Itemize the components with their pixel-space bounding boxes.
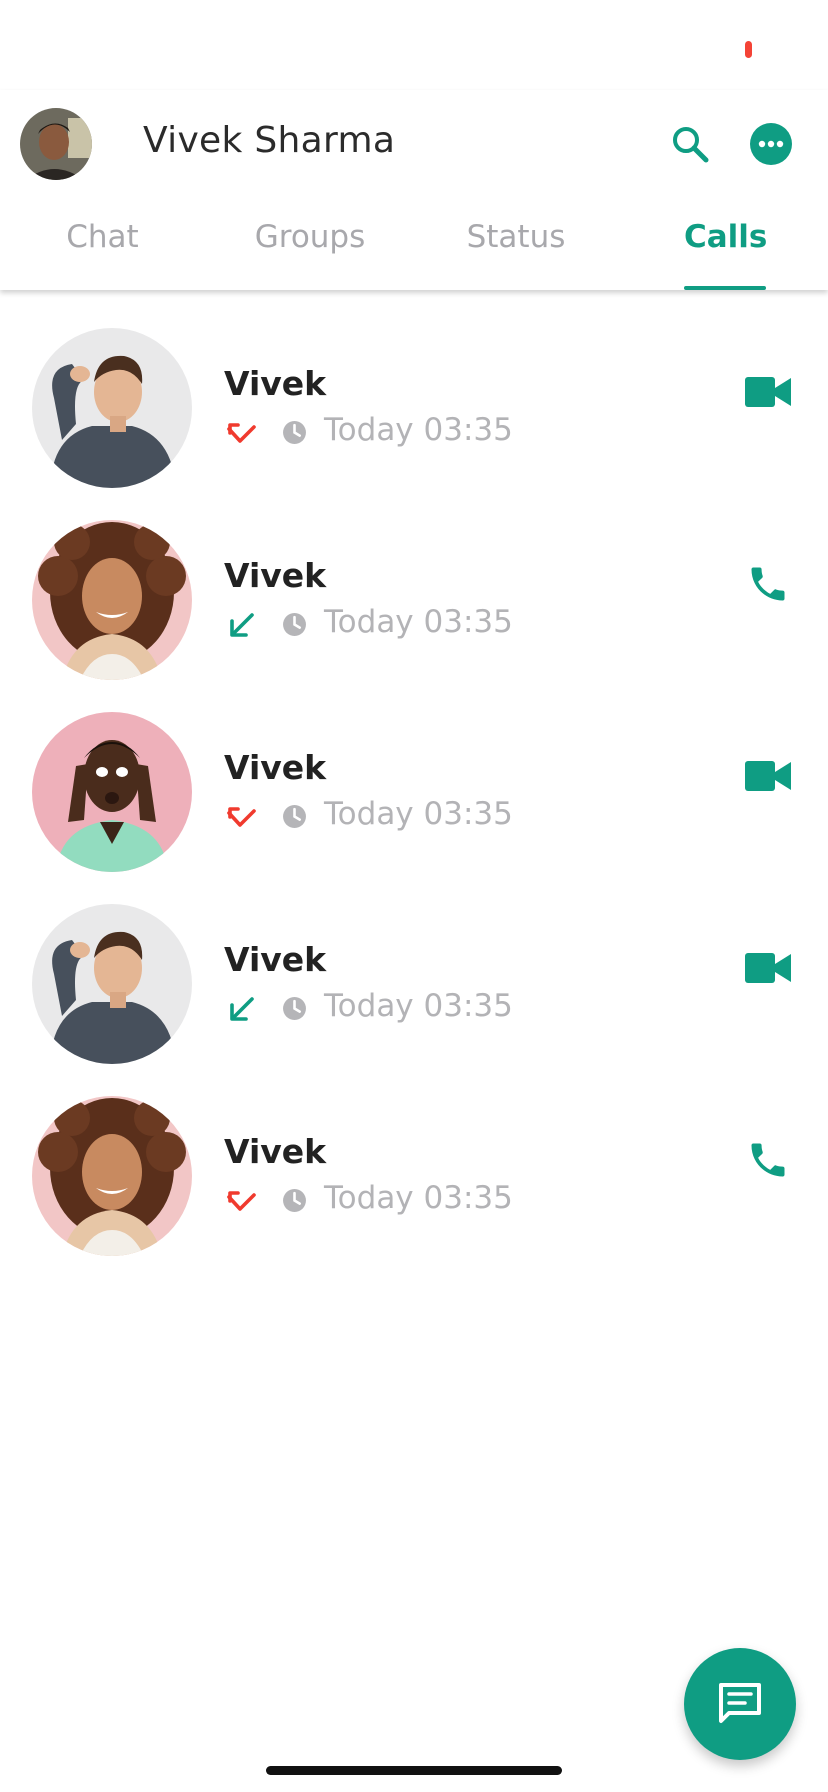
clock-icon — [283, 613, 306, 636]
call-row[interactable]: Vivek Today 03:35 — [0, 1058, 828, 1256]
tab-calls[interactable]: Calls — [684, 206, 768, 290]
phone-icon — [751, 567, 785, 601]
voice-call-button[interactable] — [736, 1128, 800, 1192]
contact-avatar — [32, 904, 192, 1064]
call-row[interactable]: Vivek Today 03:35 — [0, 674, 828, 872]
missed-call-icon — [227, 807, 256, 827]
incoming-call-icon — [230, 613, 254, 637]
contact-avatar — [32, 328, 192, 488]
tab-groups[interactable]: Groups — [245, 206, 375, 290]
call-time: Today 03:35 — [324, 412, 513, 448]
video-camera-icon — [745, 953, 791, 983]
more-horizontal-icon — [758, 140, 784, 148]
recording-indicator — [745, 41, 752, 58]
contact-name: Vivek — [224, 556, 327, 595]
new-chat-fab[interactable] — [684, 1648, 796, 1760]
video-call-button[interactable] — [736, 744, 800, 808]
clock-icon — [283, 1189, 306, 1212]
incoming-call-icon — [230, 997, 254, 1021]
new-chat-icon — [719, 1683, 761, 1723]
missed-call-icon — [227, 423, 256, 443]
search-button[interactable] — [668, 122, 712, 166]
contact-name: Vivek — [224, 364, 327, 403]
app-header: Vivek Sharma Chat Groups Status Calls — [0, 90, 828, 290]
phone-icon — [751, 1143, 785, 1177]
profile-avatar[interactable] — [20, 108, 92, 180]
clock-icon — [283, 997, 306, 1020]
call-row[interactable]: Vivek Today 03:35 — [0, 866, 828, 1064]
tab-label: Calls — [684, 219, 768, 255]
missed-call-icon — [227, 1191, 256, 1211]
video-call-button[interactable] — [736, 936, 800, 1000]
video-camera-icon — [745, 377, 791, 407]
tab-label: Chat — [66, 219, 139, 255]
contact-avatar — [32, 520, 192, 680]
clock-icon — [283, 421, 306, 444]
tab-chat[interactable]: Chat — [50, 206, 155, 290]
contact-avatar — [32, 712, 192, 872]
contact-name: Vivek — [224, 1132, 327, 1171]
call-row[interactable]: Vivek Today 03:35 — [0, 290, 828, 488]
call-time: Today 03:35 — [324, 988, 513, 1024]
profile-name: Vivek Sharma — [143, 120, 396, 161]
call-row[interactable]: Vivek Today 03:35 — [0, 482, 828, 680]
video-camera-icon — [745, 761, 791, 791]
tab-label: Status — [466, 219, 566, 255]
call-time: Today 03:35 — [324, 1180, 513, 1216]
contact-avatar — [32, 1096, 192, 1256]
more-options-button[interactable] — [750, 123, 792, 165]
contact-name: Vivek — [224, 748, 327, 787]
search-icon — [673, 127, 709, 163]
home-indicator — [266, 1766, 562, 1775]
clock-icon — [283, 805, 306, 828]
voice-call-button[interactable] — [736, 552, 800, 616]
tab-status[interactable]: Status — [460, 206, 572, 290]
call-time: Today 03:35 — [324, 796, 513, 832]
video-call-button[interactable] — [736, 360, 800, 424]
status-bar — [0, 0, 828, 90]
tab-label: Groups — [254, 219, 366, 255]
tab-bar: Chat Groups Status Calls — [0, 206, 828, 290]
contact-name: Vivek — [224, 940, 327, 979]
call-time: Today 03:35 — [324, 604, 513, 640]
